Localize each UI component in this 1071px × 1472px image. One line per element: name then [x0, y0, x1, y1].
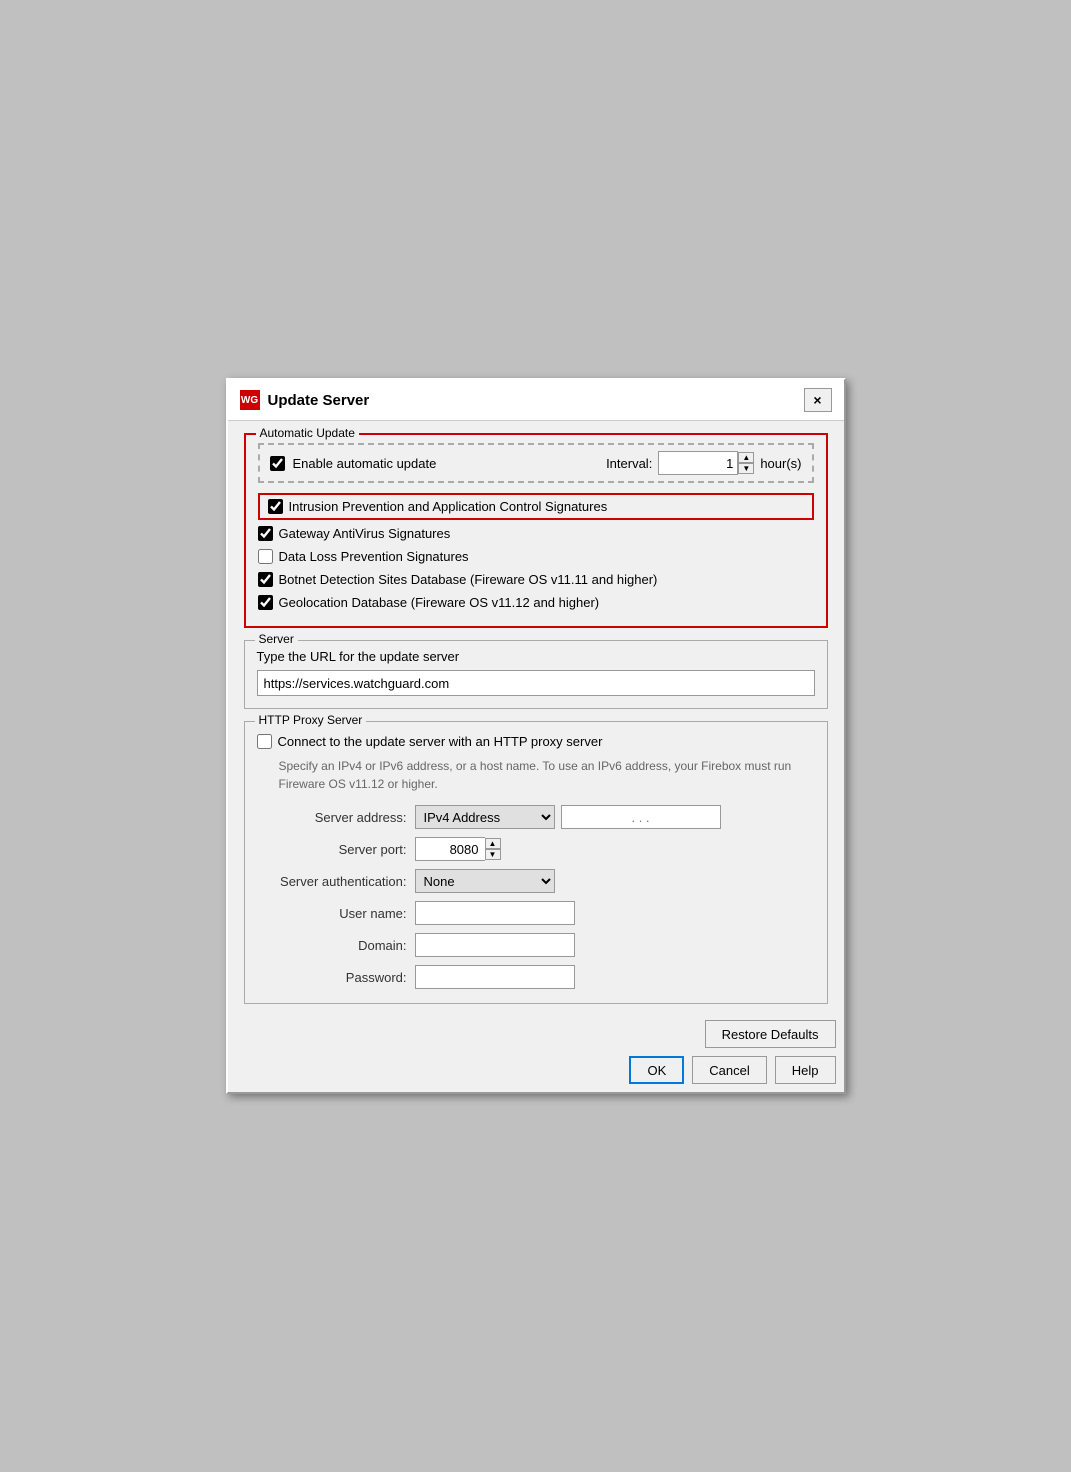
username-input[interactable]: [415, 901, 575, 925]
cancel-button[interactable]: Cancel: [692, 1056, 766, 1084]
server-address-row: Server address: IPv4 Address IPv6 Addres…: [257, 805, 815, 829]
help-button[interactable]: Help: [775, 1056, 836, 1084]
port-up-button[interactable]: ▲: [485, 838, 501, 849]
dlp-checkbox-row: Data Loss Prevention Signatures: [258, 545, 814, 568]
server-port-row: Server port: ▲ ▼: [257, 837, 815, 861]
av-label[interactable]: Gateway AntiVirus Signatures: [279, 526, 451, 541]
av-checkbox-row: Gateway AntiVirus Signatures: [258, 522, 814, 545]
botnet-label[interactable]: Botnet Detection Sites Database (Firewar…: [279, 572, 658, 587]
restore-row: Restore Defaults: [236, 1020, 836, 1048]
av-checkbox[interactable]: [258, 526, 273, 541]
enable-auto-update-checkbox[interactable]: [270, 456, 285, 471]
enable-auto-update-row: Enable automatic update Interval: ▲ ▼ ho…: [258, 443, 814, 483]
update-server-dialog: WG Update Server × Automatic Update Enab…: [226, 378, 846, 1094]
address-type-select[interactable]: IPv4 Address IPv6 Address Host Name: [415, 805, 555, 829]
server-address-controls: IPv4 Address IPv6 Address Host Name: [415, 805, 721, 829]
password-row: Password:: [257, 965, 815, 989]
domain-row: Domain:: [257, 933, 815, 957]
enable-auto-update-label[interactable]: Enable automatic update: [293, 456, 437, 471]
server-group: Server Type the URL for the update serve…: [244, 640, 828, 709]
ips-checkbox-row: Intrusion Prevention and Application Con…: [258, 493, 814, 520]
ip-address-input[interactable]: [561, 805, 721, 829]
password-input[interactable]: [415, 965, 575, 989]
ok-row: OK Cancel Help: [236, 1056, 836, 1084]
geo-checkbox[interactable]: [258, 595, 273, 610]
http-proxy-group: HTTP Proxy Server Connect to the update …: [244, 721, 828, 1004]
port-spinner: ▲ ▼: [485, 838, 501, 860]
window-title: Update Server: [268, 392, 370, 409]
dlp-checkbox[interactable]: [258, 549, 273, 564]
ok-button[interactable]: OK: [629, 1056, 684, 1084]
proxy-connect-label[interactable]: Connect to the update server with an HTT…: [278, 734, 603, 749]
close-button[interactable]: ×: [804, 388, 832, 412]
domain-label: Domain:: [257, 938, 407, 953]
automatic-update-group: Automatic Update Enable automatic update…: [244, 433, 828, 628]
interval-input[interactable]: [658, 451, 738, 475]
proxy-connect-checkbox[interactable]: [257, 734, 272, 749]
port-down-button[interactable]: ▼: [485, 849, 501, 860]
dialog-body: Automatic Update Enable automatic update…: [228, 421, 844, 1020]
interval-label: Interval:: [606, 456, 652, 471]
dialog-buttons: Restore Defaults OK Cancel Help: [228, 1020, 844, 1092]
domain-input[interactable]: [415, 933, 575, 957]
automatic-update-legend: Automatic Update: [256, 426, 359, 440]
title-bar: WG Update Server ×: [228, 380, 844, 421]
interval-up-button[interactable]: ▲: [738, 452, 754, 463]
geo-checkbox-row: Geolocation Database (Fireware OS v11.12…: [258, 591, 814, 614]
server-address-label: Server address:: [257, 810, 407, 825]
username-row: User name:: [257, 901, 815, 925]
ips-label[interactable]: Intrusion Prevention and Application Con…: [289, 499, 608, 514]
botnet-checkbox-row: Botnet Detection Sites Database (Firewar…: [258, 568, 814, 591]
port-wrap: ▲ ▼: [415, 837, 501, 861]
server-port-label: Server port:: [257, 842, 407, 857]
interval-group: Interval: ▲ ▼ hour(s): [606, 451, 801, 475]
proxy-fields: Server address: IPv4 Address IPv6 Addres…: [257, 805, 815, 989]
server-port-input[interactable]: [415, 837, 485, 861]
interval-spinner: ▲ ▼: [738, 452, 754, 474]
interval-down-button[interactable]: ▼: [738, 463, 754, 474]
app-icon: WG: [240, 390, 260, 410]
server-legend: Server: [255, 632, 298, 646]
proxy-description: Specify an IPv4 or IPv6 address, or a ho…: [279, 757, 815, 793]
auth-type-select[interactable]: None Basic NTLM: [415, 869, 555, 893]
username-label: User name:: [257, 906, 407, 921]
interval-input-wrap: ▲ ▼: [658, 451, 754, 475]
geo-label[interactable]: Geolocation Database (Fireware OS v11.12…: [279, 595, 600, 610]
password-label: Password:: [257, 970, 407, 985]
botnet-checkbox[interactable]: [258, 572, 273, 587]
http-proxy-legend: HTTP Proxy Server: [255, 713, 367, 727]
server-url-input[interactable]: [257, 670, 815, 696]
restore-defaults-button[interactable]: Restore Defaults: [705, 1020, 836, 1048]
interval-unit: hour(s): [760, 456, 801, 471]
server-auth-label: Server authentication:: [257, 874, 407, 889]
proxy-connect-row: Connect to the update server with an HTT…: [257, 730, 815, 753]
dlp-label[interactable]: Data Loss Prevention Signatures: [279, 549, 469, 564]
server-url-label: Type the URL for the update server: [257, 649, 815, 664]
title-bar-left: WG Update Server: [240, 390, 370, 410]
server-auth-row: Server authentication: None Basic NTLM: [257, 869, 815, 893]
ips-checkbox[interactable]: [268, 499, 283, 514]
